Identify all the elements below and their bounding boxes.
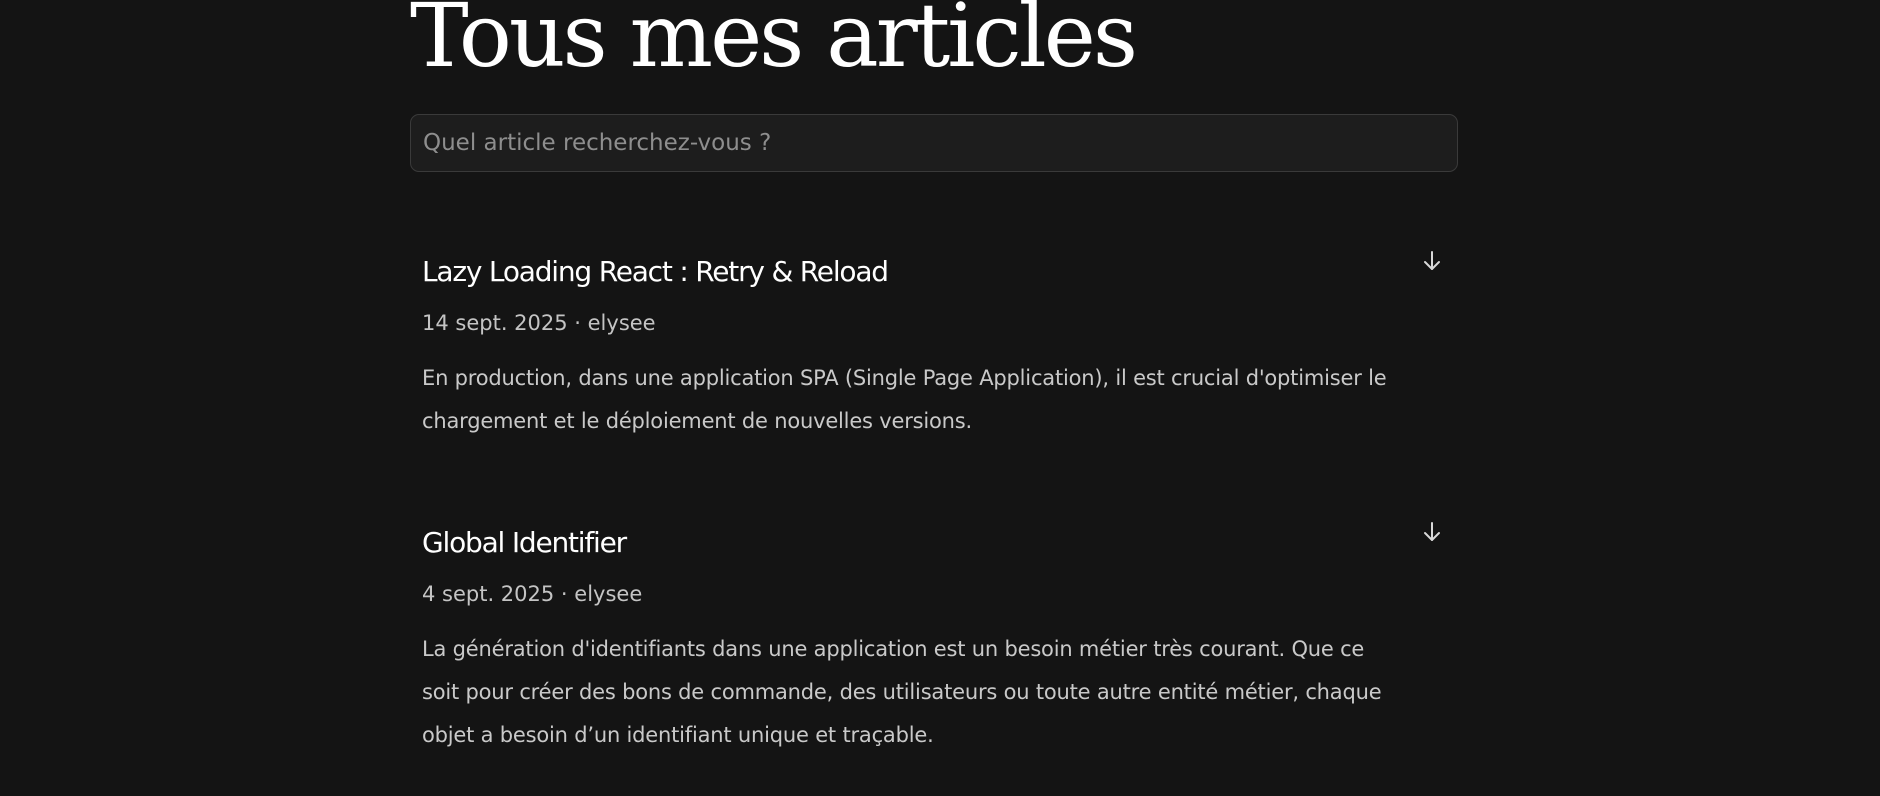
arrow-down-icon[interactable] [1418,517,1446,547]
article-excerpt: La génération d'identifiants dans une ap… [422,637,1382,747]
article-card[interactable]: Lazy Loading React : Retry & Reload 14 s… [422,250,1458,443]
page-title: Tous mes articles [410,0,1138,87]
article-card[interactable]: Global Identifier 4 sept. 2025 · elysee … [422,521,1458,757]
arrow-down-icon[interactable] [1418,246,1446,276]
article-meta: 14 sept. 2025 · elysee [422,311,656,335]
article-excerpt: En production, dans une application SPA … [422,366,1387,433]
article-title[interactable]: Lazy Loading React : Retry & Reload [422,250,1458,294]
search-input[interactable] [410,114,1458,172]
article-title[interactable]: Global Identifier [422,521,1458,565]
article-meta: 4 sept. 2025 · elysee [422,582,643,606]
